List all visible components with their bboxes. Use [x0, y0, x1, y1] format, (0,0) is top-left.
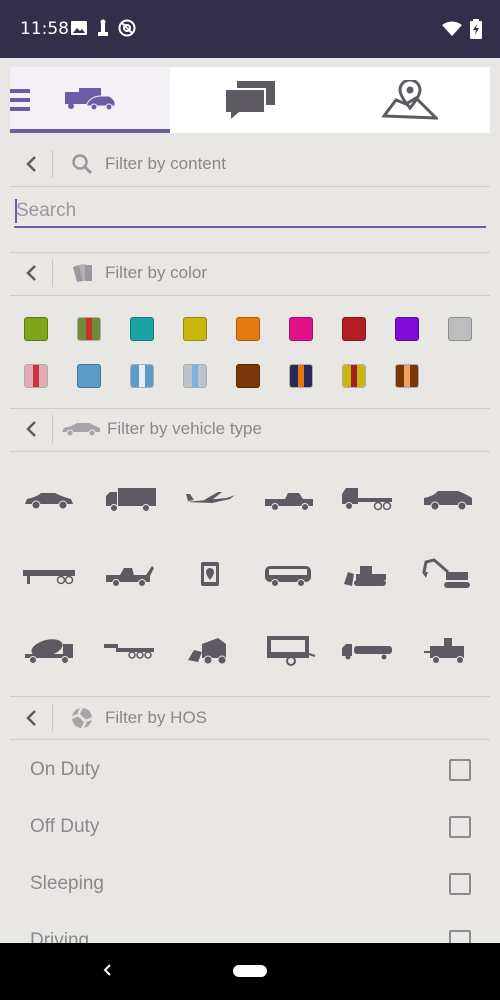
nav-back-icon[interactable]	[100, 961, 114, 979]
color-swatch[interactable]	[289, 364, 313, 388]
color-swatch[interactable]	[236, 317, 260, 341]
lowboy-trailer-icon	[104, 644, 154, 659]
vehicle-type-option[interactable]	[21, 630, 77, 670]
filter-vehicle-label: Filter by vehicle type	[107, 419, 262, 438]
vehicle-type-option[interactable]	[102, 478, 158, 518]
bus-icon	[265, 566, 311, 587]
vehicle-type-option[interactable]	[182, 630, 238, 670]
vehicle-type-option[interactable]	[340, 478, 396, 518]
camper-trailer-icon	[267, 636, 316, 666]
color-swatch[interactable]	[183, 317, 207, 341]
color-swatch[interactable]	[183, 364, 207, 388]
vehicle-type-option[interactable]	[420, 630, 476, 670]
chevron-left-icon[interactable]	[25, 155, 37, 173]
hos-checkbox[interactable]	[449, 816, 471, 838]
status-bar: 11:58	[0, 0, 500, 58]
color-swatch[interactable]	[342, 317, 366, 341]
filter-hos-header[interactable]: Filter by HOS	[10, 696, 490, 740]
tow-truck-icon	[106, 566, 154, 587]
vehicle-type-option[interactable]	[340, 554, 396, 594]
color-swatch[interactable]	[395, 317, 419, 341]
image-icon	[71, 21, 87, 35]
tab-vehicles[interactable]	[10, 67, 170, 133]
color-swatch[interactable]	[395, 364, 419, 388]
vehicle-type-option[interactable]	[261, 554, 317, 594]
text-cursor	[15, 199, 17, 223]
color-swatch[interactable]	[77, 317, 101, 341]
vehicle-type-option[interactable]	[102, 630, 158, 670]
generator-icon	[424, 638, 464, 664]
search-field[interactable]	[14, 196, 486, 228]
system-nav-bar	[0, 943, 500, 1000]
tab-bar	[10, 67, 490, 133]
filter-content-header[interactable]: Filter by content	[10, 142, 490, 186]
airplane-icon	[186, 492, 236, 503]
truck-car-icon	[65, 88, 115, 110]
hos-option-label: On Duty	[30, 759, 100, 780]
color-swatch[interactable]	[289, 317, 313, 341]
menu-icon[interactable]	[10, 89, 30, 111]
at-sign-icon	[118, 19, 136, 37]
chat-icon	[225, 81, 275, 119]
filter-vehicle-header[interactable]: Filter by vehicle type	[10, 407, 490, 451]
filter-color-label: Filter by color	[105, 263, 208, 282]
color-swatch[interactable]	[342, 364, 366, 388]
hos-option-label: Off Duty	[30, 816, 100, 837]
pickup-icon	[265, 493, 313, 511]
vehicle-type-option[interactable]	[261, 630, 317, 670]
tanker-truck-icon	[342, 644, 392, 660]
bulldozer-icon	[344, 566, 386, 586]
vehicle-type-option[interactable]	[261, 478, 317, 518]
color-swatch[interactable]	[130, 364, 154, 388]
color-swatch[interactable]	[24, 317, 48, 341]
color-swatch[interactable]	[448, 317, 472, 341]
hos-option[interactable]: Off Duty	[10, 798, 490, 855]
battery-icon	[470, 19, 482, 39]
tracker-device-icon	[201, 562, 219, 586]
search-icon	[72, 154, 93, 175]
suv-icon	[424, 491, 472, 511]
map-pin-icon	[382, 80, 438, 120]
chevron-left-icon[interactable]	[25, 420, 37, 438]
nav-home-pill[interactable]	[233, 965, 267, 977]
vehicle-type-option[interactable]	[21, 554, 77, 594]
skid-steer-icon	[188, 638, 227, 665]
hos-option[interactable]: On Duty	[10, 741, 490, 798]
chevron-left-icon[interactable]	[25, 264, 37, 282]
vehicle-type-option[interactable]	[182, 478, 238, 518]
chevron-left-icon[interactable]	[25, 709, 37, 727]
color-swatch[interactable]	[24, 364, 48, 388]
wifi-icon	[442, 21, 462, 36]
hos-checkbox[interactable]	[449, 759, 471, 781]
vehicle-type-option[interactable]	[420, 478, 476, 518]
vehicle-type-option[interactable]	[182, 554, 238, 594]
vehicle-type-option[interactable]	[420, 554, 476, 594]
chess-icon	[98, 19, 108, 36]
filter-content-label: Filter by content	[105, 154, 226, 173]
car-outline-icon	[62, 423, 100, 436]
tab-map[interactable]	[330, 67, 490, 133]
vehicle-type-option[interactable]	[102, 554, 158, 594]
hos-option-label: Sleeping	[30, 873, 104, 894]
color-swatch-icon	[73, 264, 92, 282]
color-swatch[interactable]	[130, 317, 154, 341]
box-truck-icon	[106, 488, 156, 512]
filter-color-header[interactable]: Filter by color	[10, 251, 490, 295]
clock: 11:58	[20, 19, 69, 39]
color-swatch[interactable]	[236, 364, 260, 388]
excavator-icon	[422, 558, 470, 588]
hos-checkbox[interactable]	[449, 873, 471, 895]
hos-option[interactable]: Sleeping	[10, 855, 490, 912]
flatbed-trailer-icon	[23, 570, 75, 585]
search-input[interactable]	[14, 196, 486, 226]
vehicle-type-option[interactable]	[340, 630, 396, 670]
vehicle-type-option[interactable]	[21, 478, 77, 518]
semi-truck-icon	[342, 488, 392, 511]
mixer-truck-icon	[25, 639, 73, 664]
color-swatch[interactable]	[77, 364, 101, 388]
tab-messages[interactable]	[170, 67, 330, 133]
filter-hos-label: Filter by HOS	[105, 708, 208, 727]
hos-swirl-icon	[71, 707, 93, 729]
sedan-icon	[25, 493, 73, 510]
